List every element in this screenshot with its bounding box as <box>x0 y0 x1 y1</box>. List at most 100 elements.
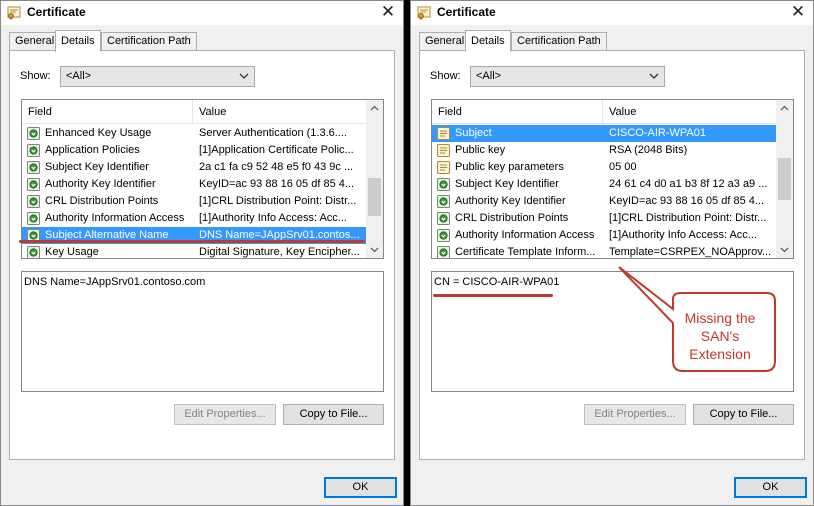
show-dropdown[interactable]: <All> <box>470 66 665 87</box>
chevron-down-icon <box>649 73 659 79</box>
extension-icon <box>27 212 40 225</box>
row-field-name: CRL Distribution Points <box>455 212 569 224</box>
extension-icon <box>437 246 450 258</box>
row-field-value: RSA (2048 Bits) <box>609 144 688 156</box>
ok-button[interactable]: OK <box>324 477 397 498</box>
list-header: Field Value <box>432 100 777 124</box>
show-label: Show: <box>20 70 51 82</box>
list-row[interactable]: CRL Distribution Points [1]CRL Distributi… <box>432 210 777 227</box>
row-field-value: [1]CRL Distribution Point: Distr... <box>199 195 357 207</box>
close-button[interactable]: ✕ <box>787 2 809 24</box>
extension-icon <box>27 246 40 258</box>
list-rows: Subject CISCO-AIR-WPA01 Public key RSA (204… <box>432 125 777 258</box>
row-field-name: Public key parameters <box>455 161 564 173</box>
ok-button[interactable]: OK <box>734 477 807 498</box>
red-underline-annotation <box>19 240 365 243</box>
scroll-down-icon[interactable] <box>776 241 793 258</box>
show-dropdown[interactable]: <All> <box>60 66 255 87</box>
chevron-down-icon <box>239 73 249 79</box>
field-value-text: DNS Name=JAppSrv01.contoso.com <box>24 276 206 288</box>
extension-icon <box>27 127 40 140</box>
dialog-title: Certificate <box>27 5 86 19</box>
scroll-thumb[interactable] <box>368 178 381 216</box>
scroll-up-icon[interactable] <box>776 100 793 117</box>
field-icon <box>437 127 450 140</box>
row-field-value: Digital Signature, Key Encipher... <box>199 246 360 258</box>
row-field-value: [1]CRL Distribution Point: Distr... <box>609 212 767 224</box>
list-row[interactable]: Authority Key Identifier KeyID=ac 93 88 1… <box>22 176 367 193</box>
field-value-box[interactable]: DNS Name=JAppSrv01.contoso.com <box>21 271 384 392</box>
row-field-name: Subject Key Identifier <box>45 161 149 173</box>
row-field-value: KeyID=ac 93 88 16 05 df 85 4... <box>609 195 765 207</box>
row-field-value: [1]Authority Info Access: Acc... <box>609 229 757 241</box>
list-row[interactable]: Authority Information Access [1]Authority… <box>22 210 367 227</box>
row-field-name: Subject Key Identifier <box>455 178 559 190</box>
callout-line-3: Extension <box>689 346 751 362</box>
list-row[interactable]: Authority Information Access [1]Authority… <box>432 227 777 244</box>
list-row[interactable]: Subject Key Identifier 2a c1 fa c9 52 48 … <box>22 159 367 176</box>
column-header-field[interactable]: Field <box>22 100 193 124</box>
certificate-icon <box>417 6 431 20</box>
tab-certification-path[interactable]: Certification Path <box>511 32 607 51</box>
list-row[interactable]: CRL Distribution Points [1]CRL Distributi… <box>22 193 367 210</box>
field-icon <box>437 144 450 157</box>
row-field-value: 24 61 c4 d0 a1 b3 8f 12 a3 a9 ... <box>609 178 768 190</box>
row-field-value: 2a c1 fa c9 52 48 e5 f0 43 9c ... <box>199 161 354 173</box>
row-field-value: 05 00 <box>609 161 637 173</box>
callout-line-2: SAN's <box>700 328 740 344</box>
title-bar: Certificate ✕ <box>1 1 403 25</box>
column-header-field[interactable]: Field <box>432 100 603 124</box>
callout-text: Missing the SAN's Extension <box>665 309 775 363</box>
vertical-scrollbar[interactable] <box>366 100 383 258</box>
row-field-name: Enhanced Key Usage <box>45 127 152 139</box>
list-row[interactable]: Application Policies [1]Application Certi… <box>22 142 367 159</box>
edit-properties-button[interactable]: Edit Properties... <box>174 404 276 425</box>
list-row[interactable]: Subject Key Identifier 24 61 c4 d0 a1 b3 … <box>432 176 777 193</box>
extension-icon <box>27 178 40 191</box>
scroll-thumb[interactable] <box>778 158 791 200</box>
field-icon <box>437 161 450 174</box>
row-field-name: Application Policies <box>45 144 140 156</box>
tab-details[interactable]: Details <box>465 30 511 52</box>
certificate-dialog-right: Certificate ✕ General Details Certificat… <box>410 0 814 506</box>
scroll-down-icon[interactable] <box>366 241 383 258</box>
edit-properties-button[interactable]: Edit Properties... <box>584 404 686 425</box>
show-dropdown-value: <All> <box>476 70 502 82</box>
row-field-name: Authority Key Identifier <box>45 178 156 190</box>
close-button[interactable]: ✕ <box>377 2 399 24</box>
tab-general[interactable]: General <box>419 32 471 51</box>
copy-to-file-button[interactable]: Copy to File... <box>693 404 794 425</box>
show-dropdown-value: <All> <box>66 70 92 82</box>
dialog-title: Certificate <box>437 5 496 19</box>
row-field-name: CRL Distribution Points <box>45 195 159 207</box>
list-row[interactable]: Authority Key Identifier KeyID=ac 93 88 1… <box>432 193 777 210</box>
tab-certification-path[interactable]: Certification Path <box>101 32 197 51</box>
scroll-up-icon[interactable] <box>366 100 383 117</box>
list-row[interactable]: Subject CISCO-AIR-WPA01 <box>432 125 777 142</box>
extension-icon <box>437 178 450 191</box>
list-row[interactable]: Key Usage Digital Signature, Key Encipher… <box>22 244 367 258</box>
list-row[interactable]: Enhanced Key Usage Server Authentication … <box>22 125 367 142</box>
tab-general[interactable]: General <box>9 32 61 51</box>
list-row[interactable]: Public key parameters 05 00 <box>432 159 777 176</box>
copy-to-file-button[interactable]: Copy to File... <box>283 404 384 425</box>
extension-icon <box>437 212 450 225</box>
list-row[interactable]: Public key RSA (2048 Bits) <box>432 142 777 159</box>
certificate-dialog-left: Certificate ✕ General Details Certificat… <box>0 0 404 506</box>
certificate-icon <box>7 6 21 20</box>
tab-details[interactable]: Details <box>55 30 101 52</box>
field-list[interactable]: Field Value Enhanced Key Usage Server Aut… <box>21 99 384 259</box>
show-label: Show: <box>430 70 461 82</box>
column-header-value[interactable]: Value <box>603 100 777 124</box>
field-list[interactable]: Field Value Subject CISCO-AIR-WPA01 Public… <box>431 99 794 259</box>
vertical-scrollbar[interactable] <box>776 100 793 258</box>
list-row[interactable]: Certificate Template Inform... Template=C… <box>432 244 777 258</box>
row-field-value: Template=CSRPEX_NOApprov... <box>609 246 772 258</box>
list-header: Field Value <box>22 100 367 124</box>
column-header-value[interactable]: Value <box>193 100 367 124</box>
row-field-name: Public key <box>455 144 506 156</box>
red-underline-annotation <box>433 294 553 297</box>
row-field-value: Server Authentication (1.3.6.... <box>199 127 347 139</box>
row-field-name: Key Usage <box>45 246 99 258</box>
row-field-value: KeyID=ac 93 88 16 05 df 85 4... <box>199 178 355 190</box>
